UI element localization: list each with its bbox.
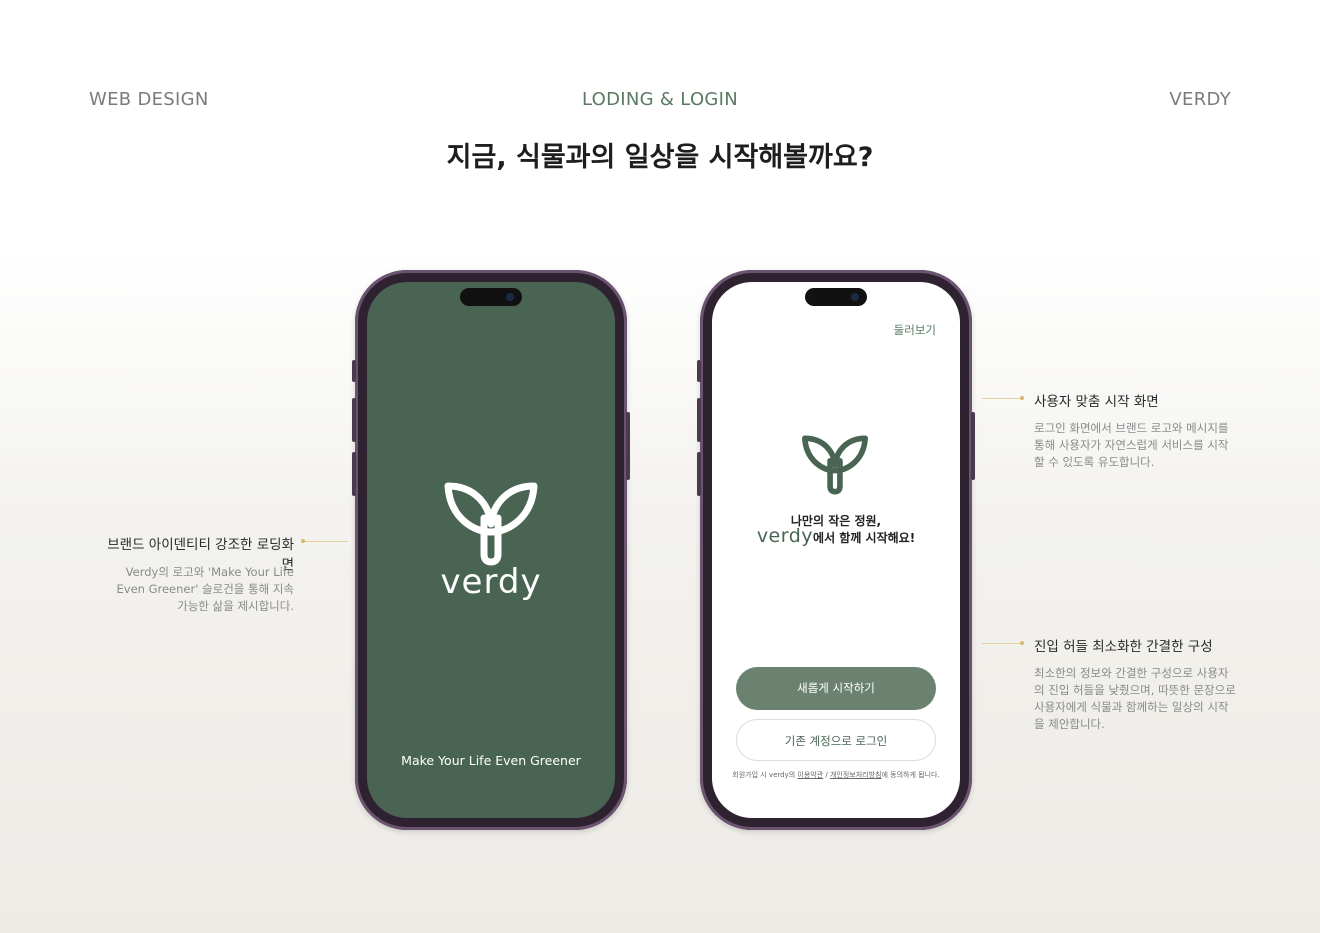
terms-of-service-link[interactable]: 이용약관 — [797, 771, 823, 779]
phone-side-button — [626, 412, 630, 480]
annotation-left-line2: Even Greener' 슬로건을 통해 지속 — [116, 582, 295, 596]
verdy-leaf-logo-icon — [444, 482, 538, 566]
annotation-left-line1: Verdy의 로고와 'Make Your Life — [125, 565, 294, 579]
header-right: VERDY — [1169, 89, 1231, 110]
annotation-left-connector — [303, 541, 348, 542]
login-phone: 둘러보기 나만의 작은 정원, verdy에서 함께 시작해요! 새롭게 시작하… — [697, 270, 975, 830]
terms-prefix: 회원가입 시 verdy의 — [732, 771, 796, 779]
start-new-button[interactable]: 새롭게 시작하기 — [736, 667, 936, 710]
verdy-leaf-logo-icon — [802, 435, 868, 495]
phone-side-button — [352, 452, 356, 496]
annotation-right-top-dot — [1020, 396, 1024, 400]
loading-screen: verdy Make Your Life Even Greener — [367, 282, 615, 818]
annotation-right-top-title: 사용자 맞춤 시작 화면 — [1034, 394, 1159, 410]
browse-link[interactable]: 둘러보기 — [894, 322, 936, 338]
camera-icon — [805, 288, 867, 306]
annotation-left-line3: 가능한 삶을 제시합니다. — [177, 599, 294, 613]
terms-separator: / — [823, 771, 830, 779]
slogan: Make Your Life Even Greener — [401, 753, 581, 768]
brand-wordmark-inline: verdy — [756, 525, 814, 547]
phone-side-button — [697, 398, 701, 442]
annotation-right-bottom-line2: 의 진입 허들을 낮췄으며, 따뜻한 문장으로 — [1034, 683, 1236, 697]
phone-side-button — [971, 412, 975, 480]
terms-notice: 회원가입 시 verdy의 이용약관 / 개인정보처리방침에 동의하게 됩니다. — [712, 770, 960, 780]
annotation-right-top-line2: 통해 사용자가 자연스럽게 서비스를 시작 — [1034, 438, 1229, 452]
annotation-right-bottom-desc: 최소한의 정보와 간결한 구성으로 사용자 의 진입 허들을 낮췄으며, 따뜻한… — [1034, 665, 1238, 733]
annotation-right-bottom-line4: 을 제안합니다. — [1034, 717, 1105, 731]
annotation-right-bottom-title: 진입 허들 최소화한 간결한 구성 — [1034, 639, 1213, 655]
loading-phone: verdy Make Your Life Even Greener — [352, 270, 630, 830]
annotation-right-top-line3: 할 수 있도록 유도합니다. — [1034, 455, 1155, 469]
annotation-right-bottom-line3: 사용자에게 식물과 함께하는 일상의 시작 — [1034, 700, 1229, 714]
phone-side-button — [352, 398, 356, 442]
terms-suffix: 에 동의하게 됩니다. — [881, 771, 940, 779]
login-existing-button[interactable]: 기존 계정으로 로그인 — [736, 719, 936, 761]
annotation-right-bottom-dot — [1020, 641, 1024, 645]
headline: 지금, 식물과의 일상을 시작해볼까요? — [446, 142, 874, 173]
annotation-right-top-connector — [982, 398, 1022, 399]
welcome-line-2: verdy에서 함께 시작해요! — [712, 525, 960, 547]
phone-side-button — [352, 360, 356, 382]
annotation-right-bottom-line1: 최소한의 정보와 간결한 구성으로 사용자 — [1034, 666, 1229, 680]
privacy-policy-link[interactable]: 개인정보처리방침 — [830, 771, 882, 779]
phone-side-button — [697, 360, 701, 382]
annotation-left-dot — [301, 539, 305, 543]
annotation-right-top-desc: 로그인 화면에서 브랜드 로고와 메시지를 통해 사용자가 자연스럽게 서비스를… — [1034, 420, 1234, 471]
phone-side-button — [697, 452, 701, 496]
annotation-right-top-line1: 로그인 화면에서 브랜드 로고와 메시지를 — [1034, 421, 1229, 435]
camera-icon — [460, 288, 522, 306]
welcome-line-2-text: 에서 함께 시작해요! — [813, 531, 916, 545]
brand-wordmark: verdy — [440, 562, 542, 602]
login-screen: 둘러보기 나만의 작은 정원, verdy에서 함께 시작해요! 새롭게 시작하… — [712, 282, 960, 818]
header-center: LODING & LOGIN — [581, 89, 739, 110]
annotation-right-bottom-connector — [982, 643, 1022, 644]
annotation-left-desc: Verdy의 로고와 'Make Your Life Even Greener'… — [110, 564, 295, 615]
